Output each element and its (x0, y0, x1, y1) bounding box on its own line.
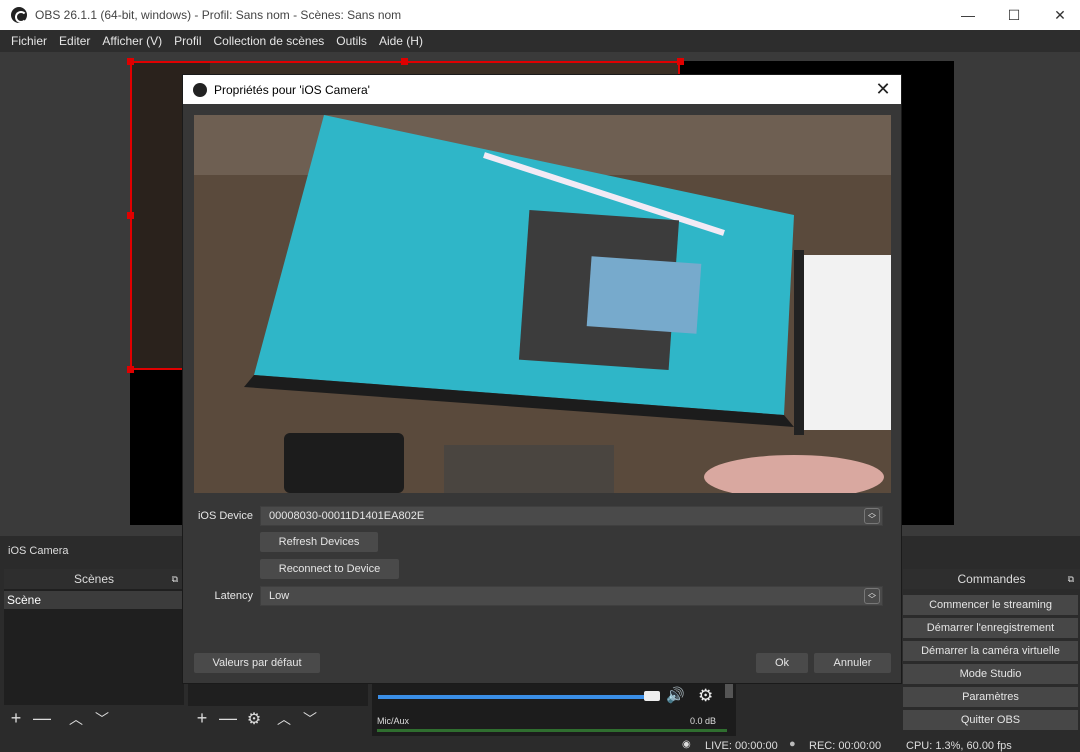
ok-button[interactable]: Ok (756, 653, 808, 673)
resize-handle[interactable] (127, 212, 134, 219)
obs-logo-icon (193, 82, 207, 97)
camera-preview (194, 115, 891, 493)
rec-indicator-icon: ● (789, 738, 796, 750)
add-source-icon[interactable]: + (192, 708, 212, 729)
undock-icon[interactable]: ⧉ (1068, 569, 1074, 589)
latency-select[interactable]: Low ︿ ﹀ (260, 586, 883, 606)
move-up-icon[interactable]: ︿ (274, 709, 294, 729)
cpu-status: CPU: 1.3%, 60.00 fps (906, 740, 1012, 752)
move-down-icon[interactable]: ﹀ (300, 709, 320, 729)
audio-mixer: 🔊 ⚙ Mic/Aux 0.0 dB (372, 684, 736, 736)
obs-logo-icon (11, 7, 27, 23)
camera-preview-image (194, 115, 891, 493)
window-title: OBS 26.1.1 (64-bit, windows) - Profil: S… (35, 8, 402, 22)
cancel-button[interactable]: Annuler (814, 653, 891, 673)
close-icon[interactable]: ✕ (873, 79, 893, 99)
dialog-titlebar: Propriétés pour 'iOS Camera' ✕ (183, 75, 901, 104)
latency-label: Latency (214, 590, 253, 602)
close-window-button[interactable]: ✕ (1037, 0, 1080, 30)
menu-item-collection[interactable]: Collection de scènes (208, 34, 331, 48)
resize-handle[interactable] (127, 58, 134, 65)
minimize-button[interactable]: — (945, 0, 991, 30)
live-status: LIVE: 00:00:00 (705, 740, 778, 752)
scenes-toolbar: + — ︿ ﹀ (6, 708, 112, 729)
rec-status: REC: 00:00:00 (809, 740, 882, 752)
studio-mode-button[interactable]: Mode Studio (903, 664, 1078, 684)
menu-item-outils[interactable]: Outils (330, 34, 373, 48)
remove-scene-icon[interactable]: — (32, 708, 52, 729)
commands-title: Commandes (957, 572, 1026, 586)
sources-toolbar: + — ⚙ ︿ ﹀ (192, 708, 320, 729)
sources-list (188, 684, 368, 706)
volume-slider-handle[interactable] (644, 691, 661, 701)
mixer-channel-name: Mic/Aux (377, 716, 410, 726)
menu-item-fichier[interactable]: Fichier (5, 34, 53, 48)
commands-dock-title: Commandes ⧉ (903, 569, 1080, 589)
latency-value: Low (269, 590, 290, 602)
live-indicator-icon: ◉ (682, 739, 691, 750)
ios-device-select[interactable]: 00008030-00011D1401EA802E ︿ ﹀ (260, 506, 883, 526)
menu-item-profil[interactable]: Profil (168, 34, 207, 48)
audio-meter (377, 729, 727, 732)
menu-bar: Fichier Editer Afficher (V) Profil Colle… (0, 30, 1080, 52)
defaults-button[interactable]: Valeurs par défaut (194, 653, 320, 673)
volume-slider-track[interactable] (378, 695, 658, 699)
move-down-icon[interactable]: ﹀ (92, 709, 112, 729)
chevron-updown-icon: ︿ ﹀ (864, 508, 880, 524)
status-bar: ◉ LIVE: 00:00:00 ● REC: 00:00:00 CPU: 1.… (0, 738, 1080, 752)
speaker-icon[interactable]: 🔊 (666, 686, 685, 704)
resize-handle[interactable] (401, 58, 408, 65)
remove-source-icon[interactable]: — (218, 708, 238, 729)
exit-obs-button[interactable]: Quitter OBS (903, 710, 1078, 730)
menu-item-aide[interactable]: Aide (H) (373, 34, 429, 48)
maximize-button[interactable]: ☐ (991, 0, 1037, 30)
scenes-title: Scènes (73, 572, 115, 586)
refresh-devices-button[interactable]: Refresh Devices (260, 532, 378, 552)
properties-dialog: Propriétés pour 'iOS Camera' ✕ iOS Devic… (182, 74, 902, 684)
start-virtual-camera-button[interactable]: Démarrer la caméra virtuelle (903, 641, 1078, 661)
window-titlebar: OBS 26.1.1 (64-bit, windows) - Profil: S… (0, 0, 1080, 30)
chevron-updown-icon: ︿ ﹀ (864, 588, 880, 604)
mixer-level-readout: 0.0 dB (690, 716, 717, 726)
list-item[interactable]: Scène (4, 591, 182, 609)
resize-handle[interactable] (677, 58, 684, 65)
start-recording-button[interactable]: Démarrer l'enregistrement (903, 618, 1078, 638)
mixer-scrollbar[interactable] (725, 684, 733, 698)
add-scene-icon[interactable]: + (6, 708, 26, 729)
gear-icon[interactable]: ⚙ (698, 686, 713, 706)
move-up-icon[interactable]: ︿ (66, 709, 86, 729)
settings-button[interactable]: Paramètres (903, 687, 1078, 707)
scenes-dock-title: Scènes ⧉ (4, 569, 184, 589)
undock-icon[interactable]: ⧉ (172, 569, 178, 589)
resize-handle[interactable] (127, 366, 134, 373)
reconnect-device-button[interactable]: Reconnect to Device (260, 559, 399, 579)
menu-item-editer[interactable]: Editer (53, 34, 96, 48)
ios-device-label: iOS Device (197, 510, 253, 522)
dialog-title: Propriétés pour 'iOS Camera' (214, 82, 370, 97)
start-streaming-button[interactable]: Commencer le streaming (903, 595, 1078, 615)
ios-device-value: 00008030-00011D1401EA802E (269, 510, 425, 522)
gear-icon[interactable]: ⚙ (244, 709, 264, 729)
menu-item-afficher[interactable]: Afficher (V) (96, 34, 168, 48)
